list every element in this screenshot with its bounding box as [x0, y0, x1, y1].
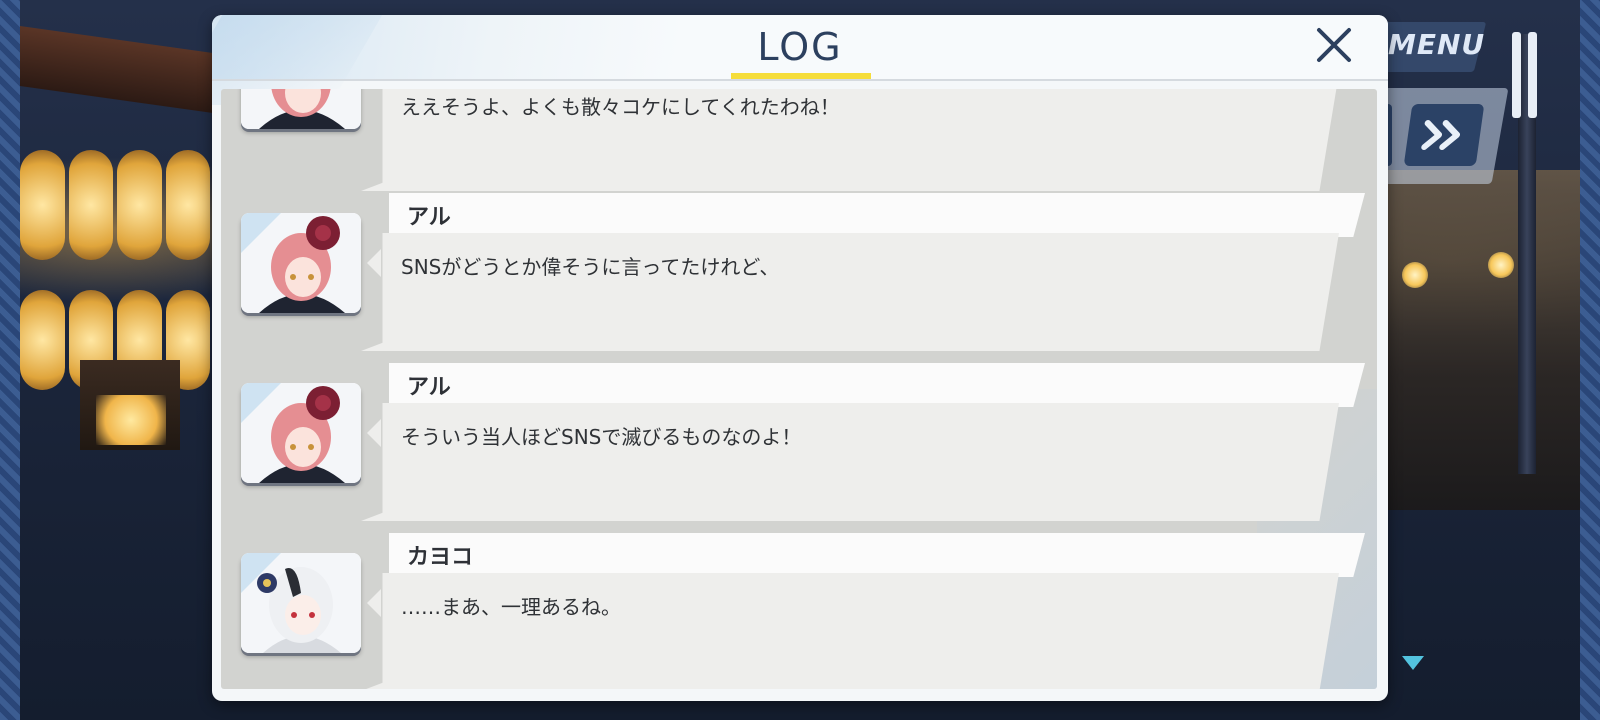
speaker-name-bar: アル	[389, 193, 1365, 237]
left-border-stripes	[0, 0, 20, 720]
fast-forward-icon	[1421, 120, 1461, 150]
log-modal: LOG ええそうよ、よくも散々コケにしてくれたわね！ アル SNSがどうとか偉そ…	[212, 15, 1388, 701]
dialogue-bubble: SNSがどうとか偉そうに言ってたけれど、	[361, 233, 1339, 351]
avatar-aru	[241, 213, 361, 313]
log-entry: アル SNSがどうとか偉そうに言ってたけれど、	[221, 193, 1377, 353]
dialogue-text: そういう当人ほどSNSで滅びるものなのよ！	[401, 425, 802, 449]
avatar-aru	[241, 89, 361, 129]
right-border-stripes	[1580, 0, 1600, 720]
avatar-kayoko	[241, 553, 361, 653]
dialogue-text: ええそうよ、よくも散々コケにしてくれたわね！	[401, 95, 840, 119]
bubble-pointer	[367, 419, 381, 447]
speaker-name-bar: アル	[389, 363, 1365, 407]
log-entry: ええそうよ、よくも散々コケにしてくれたわね！	[221, 89, 1377, 191]
festival-stall	[1370, 170, 1580, 510]
bubble-pointer	[367, 589, 381, 617]
avatar-aru	[241, 383, 361, 483]
close-button[interactable]	[1314, 25, 1354, 65]
speaker-name: アル	[407, 375, 451, 400]
log-list[interactable]: ええそうよ、よくも散々コケにしてくれたわね！ アル SNSがどうとか偉そうに言っ…	[221, 89, 1377, 689]
log-entry: カヨコ ……まあ、一理あるね。	[221, 533, 1377, 689]
fast-forward-button[interactable]	[1403, 104, 1485, 166]
dialogue-text: SNSがどうとか偉そうに言ってたけれど、	[401, 255, 780, 279]
log-title: LOG	[757, 25, 843, 69]
close-icon	[1317, 28, 1351, 62]
stall-lamp	[1402, 262, 1428, 288]
lantern-row-upper	[20, 150, 210, 260]
bubble-pointer	[367, 249, 381, 277]
dialogue-bubble: そういう当人ほどSNSで滅びるものなのよ！	[361, 403, 1339, 521]
dialogue-bubble: ええそうよ、よくも散々コケにしてくれたわね！	[361, 89, 1339, 191]
menu-button-label[interactable]: MENU	[1388, 28, 1485, 61]
speaker-name: カヨコ	[407, 545, 474, 570]
log-entry: アル そういう当人ほどSNSで滅びるものなのよ！	[221, 363, 1377, 523]
header-divider	[212, 79, 1388, 81]
dialogue-text: ……まあ、一理あるね。	[401, 595, 621, 619]
log-header: LOG	[212, 15, 1388, 105]
next-triangle-icon[interactable]	[1402, 656, 1424, 670]
stall-lamp	[1488, 252, 1514, 278]
stone-lantern-light	[96, 395, 166, 445]
pause-icon[interactable]	[1510, 32, 1540, 118]
speaker-name-bar: カヨコ	[389, 533, 1365, 577]
shrine-roof	[20, 25, 220, 115]
speaker-name: アル	[407, 205, 451, 230]
dialogue-bubble: ……まあ、一理あるね。	[361, 573, 1339, 689]
